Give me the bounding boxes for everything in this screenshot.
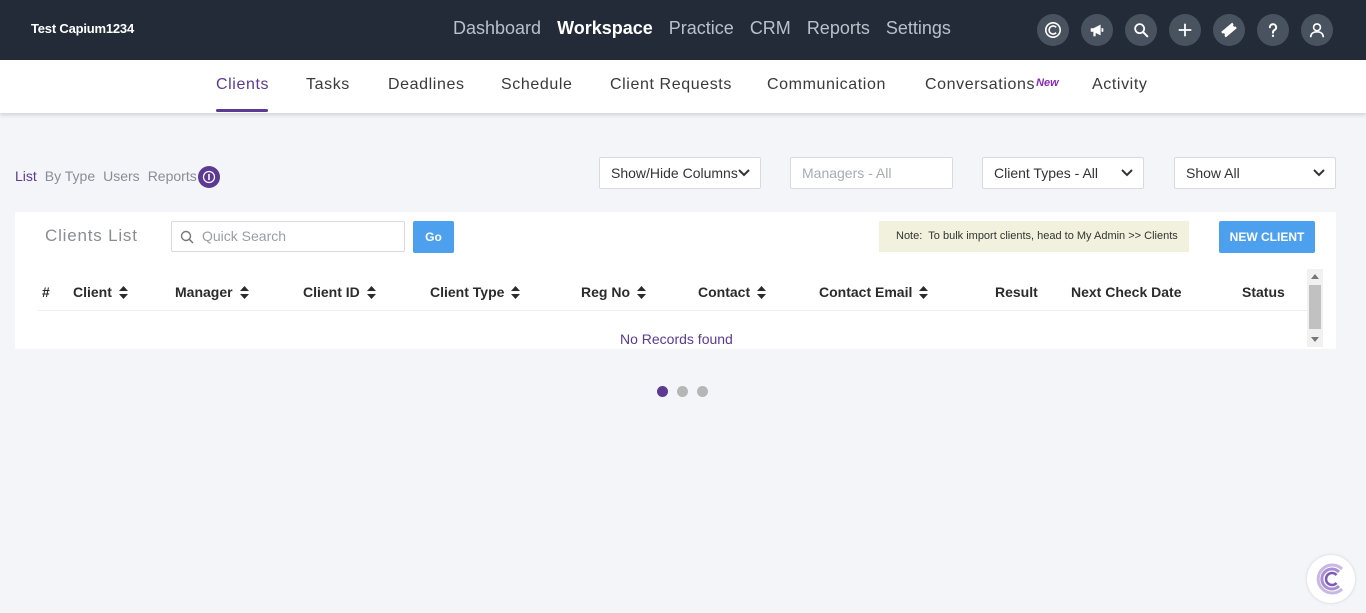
show-hide-columns-label: Show/Hide Columns bbox=[611, 165, 738, 181]
col-manager[interactable]: Manager bbox=[175, 284, 249, 300]
sort-icon bbox=[118, 285, 128, 299]
col-client-label: Client bbox=[73, 284, 112, 300]
scroll-up-arrow[interactable] bbox=[1311, 274, 1319, 279]
go-button[interactable]: Go bbox=[413, 221, 454, 253]
view-by-type[interactable]: By Type bbox=[45, 168, 95, 184]
info-icon[interactable] bbox=[198, 166, 220, 188]
show-hide-columns-select[interactable]: Show/Hide Columns bbox=[599, 157, 761, 189]
bulk-import-note: Note: To bulk import clients, head to My … bbox=[879, 221, 1189, 252]
tab-communication[interactable]: Communication bbox=[767, 76, 886, 94]
chevron-down-icon bbox=[1313, 169, 1325, 177]
col-number-label: # bbox=[42, 284, 50, 300]
col-manager-label: Manager bbox=[175, 284, 233, 300]
capium-logo-icon[interactable] bbox=[1037, 14, 1069, 46]
nav-practice[interactable]: Practice bbox=[669, 18, 734, 39]
header-divider bbox=[38, 310, 1313, 311]
main-nav: Dashboard Workspace Practice CRM Reports… bbox=[453, 18, 951, 39]
new-client-button[interactable]: NEW CLIENT bbox=[1219, 221, 1315, 253]
note-label: Note: bbox=[896, 230, 923, 242]
col-client-id-label: Client ID bbox=[303, 284, 360, 300]
nav-reports[interactable]: Reports bbox=[807, 18, 870, 39]
table-header: # Client Manager Client ID Client Type R… bbox=[15, 282, 1315, 310]
sort-icon bbox=[239, 285, 249, 299]
col-contact-label: Contact bbox=[698, 284, 751, 300]
sort-icon bbox=[919, 285, 929, 299]
workspace-subnav: Clients Tasks Deadlines Schedule Client … bbox=[0, 60, 1366, 113]
nav-crm[interactable]: CRM bbox=[750, 18, 791, 39]
col-client-id[interactable]: Client ID bbox=[303, 284, 376, 300]
chevron-down-icon bbox=[1121, 169, 1133, 177]
sort-icon bbox=[366, 285, 376, 299]
col-next-check-date: Next Check Date bbox=[1071, 284, 1182, 300]
col-contact[interactable]: Contact bbox=[698, 284, 767, 300]
capium-chat-icon[interactable] bbox=[1307, 555, 1355, 603]
note-text: To bulk import clients, head to My Admin… bbox=[928, 230, 1178, 242]
tab-client-requests[interactable]: Client Requests bbox=[610, 76, 732, 94]
show-all-select[interactable]: Show All bbox=[1174, 157, 1336, 189]
client-types-label: Client Types - All bbox=[994, 165, 1099, 181]
sort-icon bbox=[511, 285, 521, 299]
search-icon[interactable] bbox=[1125, 14, 1157, 46]
managers-filter-placeholder: Managers - All bbox=[802, 165, 892, 181]
clients-list-title: Clients List bbox=[45, 226, 138, 245]
chevron-down-icon bbox=[738, 169, 750, 177]
nav-settings[interactable]: Settings bbox=[886, 18, 951, 39]
tab-conversations-label: Conversations bbox=[925, 76, 1036, 93]
tab-conversations[interactable]: ConversationsNew bbox=[925, 76, 1059, 94]
tab-activity[interactable]: Activity bbox=[1092, 76, 1147, 94]
pager-dot-3[interactable] bbox=[697, 386, 708, 397]
col-client-type[interactable]: Client Type bbox=[430, 284, 521, 300]
view-reports[interactable]: Reports bbox=[148, 168, 197, 184]
tab-deadlines[interactable]: Deadlines bbox=[388, 76, 465, 94]
col-result-label: Result bbox=[995, 284, 1038, 300]
pager-dots bbox=[657, 386, 708, 397]
active-tab-underline bbox=[216, 109, 268, 112]
col-reg-no-label: Reg No bbox=[581, 284, 630, 300]
col-next-check-date-label: Next Check Date bbox=[1071, 284, 1182, 300]
col-contact-email-label: Contact Email bbox=[819, 284, 913, 300]
sort-icon bbox=[757, 285, 767, 299]
show-all-label: Show All bbox=[1186, 165, 1240, 181]
scroll-down-arrow[interactable] bbox=[1311, 337, 1319, 342]
tab-clients[interactable]: Clients bbox=[216, 76, 269, 94]
view-users[interactable]: Users bbox=[103, 168, 140, 184]
nav-dashboard[interactable]: Dashboard bbox=[453, 18, 541, 39]
user-icon[interactable] bbox=[1301, 14, 1333, 46]
table-scrollbar[interactable] bbox=[1307, 269, 1323, 347]
quick-search[interactable] bbox=[171, 221, 405, 252]
col-client-type-label: Client Type bbox=[430, 284, 505, 300]
brand-name[interactable]: Test Capium1234 bbox=[31, 21, 134, 36]
pager-dot-2[interactable] bbox=[677, 386, 688, 397]
col-number: # bbox=[42, 284, 50, 300]
top-bar: Test Capium1234 Dashboard Workspace Prac… bbox=[0, 0, 1366, 60]
empty-message: No Records found bbox=[620, 331, 733, 347]
ticket-icon[interactable] bbox=[1213, 14, 1245, 46]
tab-tasks[interactable]: Tasks bbox=[306, 76, 350, 94]
tab-schedule[interactable]: Schedule bbox=[501, 76, 573, 94]
view-tabs: List By Type Users Reports bbox=[15, 168, 197, 184]
view-list[interactable]: List bbox=[15, 168, 37, 184]
search-input[interactable] bbox=[202, 228, 397, 244]
managers-filter[interactable]: Managers - All bbox=[790, 157, 953, 189]
header-icons bbox=[1037, 14, 1333, 46]
megaphone-icon[interactable] bbox=[1081, 14, 1113, 46]
col-contact-email[interactable]: Contact Email bbox=[819, 284, 929, 300]
col-status: Status bbox=[1242, 284, 1285, 300]
col-result: Result bbox=[995, 284, 1038, 300]
nav-workspace[interactable]: Workspace bbox=[557, 18, 653, 39]
search-icon bbox=[180, 230, 194, 244]
client-types-select[interactable]: Client Types - All bbox=[982, 157, 1144, 189]
plus-icon[interactable] bbox=[1169, 14, 1201, 46]
new-badge: New bbox=[1036, 77, 1059, 89]
col-status-label: Status bbox=[1242, 284, 1285, 300]
scroll-thumb[interactable] bbox=[1309, 285, 1321, 329]
help-icon[interactable] bbox=[1257, 14, 1289, 46]
col-reg-no[interactable]: Reg No bbox=[581, 284, 646, 300]
sort-icon bbox=[637, 285, 646, 299]
clients-panel: Clients List Go Note: To bulk import clie… bbox=[15, 212, 1336, 349]
pager-dot-1[interactable] bbox=[657, 386, 668, 397]
col-client[interactable]: Client bbox=[73, 284, 128, 300]
